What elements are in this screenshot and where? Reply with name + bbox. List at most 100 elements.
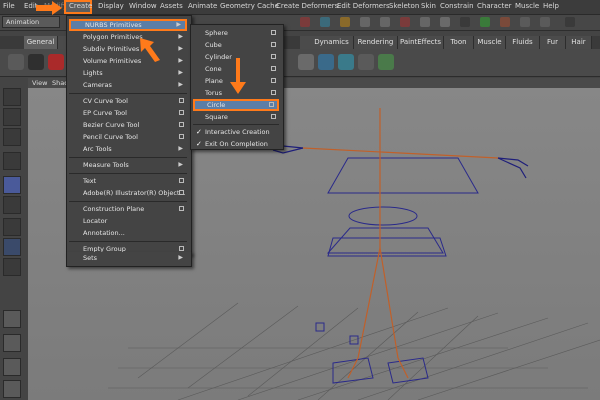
menu-item-cv-curve-tool[interactable]: CV Curve Tool bbox=[69, 95, 187, 107]
last-tool-icon[interactable] bbox=[3, 258, 21, 276]
film-reel-icon[interactable] bbox=[28, 54, 44, 70]
move-tool-icon[interactable] bbox=[3, 152, 21, 170]
menu-item-interactive-creation[interactable]: ✓ Interactive Creation bbox=[193, 126, 279, 138]
option-box-icon[interactable] bbox=[179, 134, 184, 139]
light-icon[interactable] bbox=[318, 54, 334, 70]
option-box-icon[interactable] bbox=[179, 178, 184, 183]
option-box-icon[interactable] bbox=[179, 110, 184, 115]
menu-item-ep-curve-tool[interactable]: EP Curve Tool bbox=[69, 107, 187, 119]
menu-file[interactable]: File bbox=[3, 2, 15, 10]
layout-outliner-icon[interactable] bbox=[3, 380, 21, 398]
menu-geometry-cache[interactable]: Geometry Cache bbox=[220, 2, 279, 10]
menu-constrain[interactable]: Constrain bbox=[440, 2, 474, 10]
menu-item-lights[interactable]: Lights ▶ bbox=[69, 67, 187, 79]
snap-plane-icon[interactable] bbox=[420, 17, 430, 27]
menu-item-polygon-primitives[interactable]: Polygon Primitives ▶ bbox=[69, 31, 187, 43]
clapper-icon[interactable] bbox=[460, 17, 470, 27]
menu-item-cylinder[interactable]: Cylinder bbox=[193, 51, 279, 63]
option-box-icon[interactable] bbox=[179, 98, 184, 103]
option-box-icon[interactable] bbox=[179, 122, 184, 127]
menu-item-text[interactable]: Text bbox=[69, 175, 187, 187]
hypershade-icon[interactable] bbox=[500, 17, 510, 27]
menu-item-square[interactable]: Square bbox=[193, 111, 279, 123]
option-box-icon[interactable] bbox=[271, 42, 276, 47]
sphere-render-icon[interactable] bbox=[338, 54, 354, 70]
snap-curve-icon[interactable] bbox=[380, 17, 390, 27]
menu-item-pencil-curve-tool[interactable]: Pencil Curve Tool bbox=[69, 131, 187, 143]
menu-item-sets[interactable]: Sets ▶ bbox=[69, 252, 187, 264]
menu-item-exit-on-completion[interactable]: ✓ Exit On Completion bbox=[193, 138, 279, 150]
menu-muscle[interactable]: Muscle bbox=[515, 2, 539, 10]
lasso-tool-icon[interactable] bbox=[3, 108, 21, 126]
menu-item-bezier-curve-tool[interactable]: Bezier Curve Tool bbox=[69, 119, 187, 131]
tab-muscle[interactable]: Muscle bbox=[474, 36, 506, 49]
menu-item-locator[interactable]: Locator bbox=[69, 215, 187, 227]
ipr-icon[interactable] bbox=[320, 17, 330, 27]
snap-grid-icon[interactable] bbox=[360, 17, 370, 27]
menu-display[interactable]: Display bbox=[98, 2, 124, 10]
menu-create-deformers[interactable]: Create Deformers bbox=[276, 2, 338, 10]
option-box-icon[interactable] bbox=[271, 30, 276, 35]
menu-create[interactable]: Create bbox=[69, 2, 92, 10]
menu-item-sphere[interactable]: Sphere bbox=[193, 27, 279, 39]
option-box-icon[interactable] bbox=[271, 90, 276, 95]
shelf-menu-icon[interactable] bbox=[8, 54, 24, 70]
menu-edit[interactable]: Edit bbox=[24, 2, 38, 10]
spot-icon[interactable] bbox=[358, 54, 374, 70]
layout-persp-icon[interactable] bbox=[3, 358, 21, 376]
layout-four-icon[interactable] bbox=[3, 334, 21, 352]
menu-window[interactable]: Window bbox=[129, 2, 157, 10]
history-icon[interactable] bbox=[440, 17, 450, 27]
coordinate-field-icon[interactable] bbox=[565, 17, 575, 27]
menu-animate[interactable]: Animate bbox=[188, 2, 217, 10]
option-box-icon[interactable] bbox=[269, 102, 274, 107]
menu-item-cube[interactable]: Cube bbox=[193, 39, 279, 51]
scale-tool-icon[interactable] bbox=[3, 196, 21, 214]
menu-item-cone[interactable]: Cone bbox=[193, 63, 279, 75]
select-icon[interactable] bbox=[540, 17, 550, 27]
menu-skin[interactable]: Skin bbox=[421, 2, 436, 10]
tab-rendering[interactable]: Rendering bbox=[354, 36, 398, 49]
menu-item-construction-plane[interactable]: Construction Plane bbox=[69, 203, 187, 215]
menu-assets[interactable]: Assets bbox=[160, 2, 183, 10]
tab-fur[interactable]: Fur bbox=[540, 36, 566, 49]
layout-single-icon[interactable] bbox=[3, 310, 21, 328]
tab-general[interactable]: General bbox=[24, 36, 58, 49]
menu-edit-deformers[interactable]: Edit Deformers bbox=[337, 2, 390, 10]
render-icon[interactable] bbox=[300, 17, 310, 27]
mode-select[interactable]: Animation bbox=[2, 16, 60, 28]
menu-item-nurbs-primitives[interactable]: NURBS Primitives ▶ bbox=[69, 19, 187, 31]
option-box-icon[interactable] bbox=[271, 54, 276, 59]
menu-item-subdiv-primitives[interactable]: Subdiv Primitives ▶ bbox=[69, 43, 187, 55]
magnet-icon[interactable] bbox=[340, 17, 350, 27]
select-tool-icon[interactable] bbox=[3, 88, 21, 106]
option-box-icon[interactable] bbox=[271, 66, 276, 71]
tab-dynamics[interactable]: Dynamics bbox=[310, 36, 354, 49]
help-icon[interactable] bbox=[48, 54, 64, 70]
menu-item-circle[interactable]: Circle bbox=[193, 99, 279, 111]
menu-item-cameras[interactable]: Cameras ▶ bbox=[69, 79, 187, 91]
soft-mod-icon[interactable] bbox=[3, 238, 21, 256]
option-box-icon[interactable] bbox=[271, 114, 276, 119]
tab-fluids[interactable]: Fluids bbox=[506, 36, 540, 49]
option-box-icon[interactable] bbox=[271, 78, 276, 83]
paint-tool-icon[interactable] bbox=[3, 128, 21, 146]
lock-icon[interactable] bbox=[520, 17, 530, 27]
menu-skeleton[interactable]: Skeleton bbox=[389, 2, 419, 10]
menu-character[interactable]: Character bbox=[477, 2, 512, 10]
tab-painteffects[interactable]: PaintEffects bbox=[398, 36, 444, 49]
option-box-icon[interactable] bbox=[179, 246, 184, 251]
rotate-tool-icon[interactable] bbox=[3, 176, 21, 194]
option-box-icon[interactable] bbox=[179, 206, 184, 211]
snap-point-icon[interactable] bbox=[400, 17, 410, 27]
tab-hair[interactable]: Hair bbox=[566, 36, 592, 49]
menu-item-annotation[interactable]: Annotation... bbox=[69, 227, 187, 239]
shelf-tool-icon[interactable] bbox=[298, 54, 314, 70]
tab-toon[interactable]: Toon bbox=[444, 36, 474, 49]
menu-item-plane[interactable]: Plane bbox=[193, 75, 279, 87]
menu-item-measure-tools[interactable]: Measure Tools ▶ bbox=[69, 159, 187, 171]
material-icon[interactable] bbox=[378, 54, 394, 70]
menu-item-torus[interactable]: Torus bbox=[193, 87, 279, 99]
manipulator-tool-icon[interactable] bbox=[3, 218, 21, 236]
render-settings-icon[interactable] bbox=[480, 17, 490, 27]
